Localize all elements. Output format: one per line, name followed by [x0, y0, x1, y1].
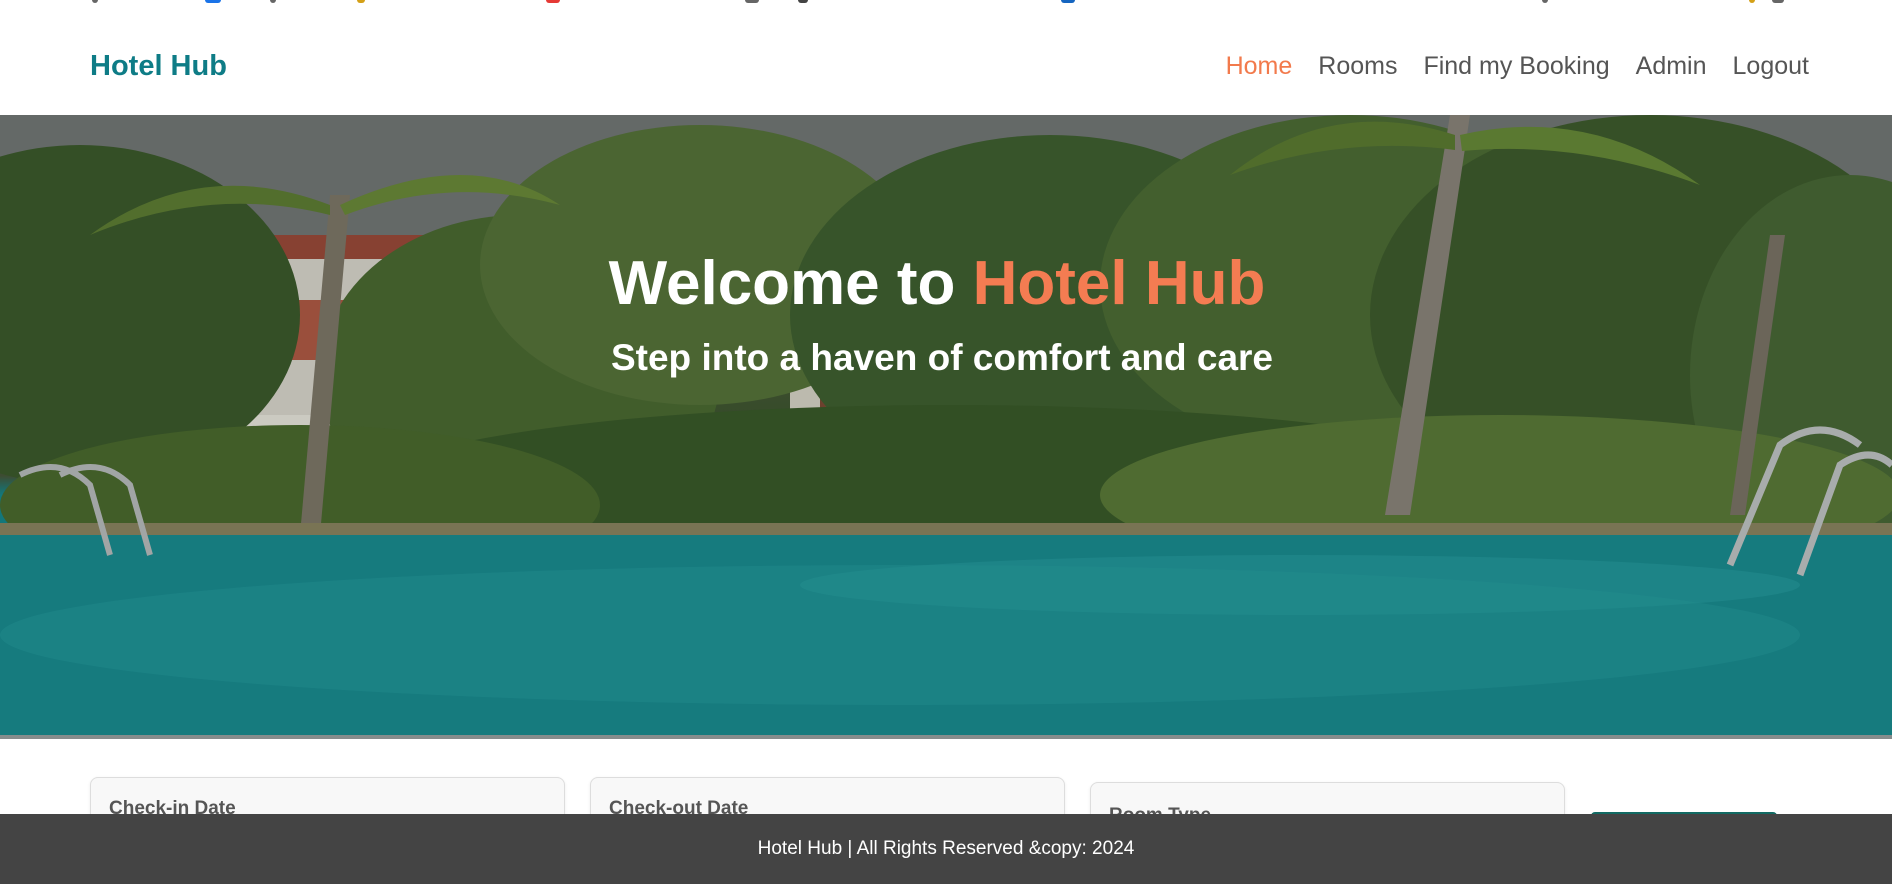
- brand-logo[interactable]: Hotel Hub: [90, 50, 227, 83]
- footer-text: Hotel Hub | All Rights Reserved &copy: 2…: [757, 838, 1135, 859]
- hero-title: Welcome to Hotel Hub: [0, 248, 1892, 319]
- hero-divider: [0, 735, 1892, 739]
- hero-title-accent: Hotel Hub: [972, 249, 1266, 318]
- main-nav: Home Rooms Find my Booking Admin Logout: [1226, 52, 1809, 81]
- hero-subtitle: Step into a haven of comfort and care: [610, 337, 1273, 378]
- hero-title-lead: Welcome to: [608, 249, 973, 318]
- nav-find-booking[interactable]: Find my Booking: [1423, 52, 1609, 81]
- nav-home[interactable]: Home: [1226, 52, 1293, 81]
- hero-overlay: [0, 115, 1892, 737]
- nav-rooms[interactable]: Rooms: [1318, 52, 1397, 81]
- nav-logout[interactable]: Logout: [1733, 52, 1809, 81]
- footer: Hotel Hub | All Rights Reserved &copy: 2…: [0, 814, 1892, 884]
- navbar: Hotel Hub Home Rooms Find my Booking Adm…: [0, 6, 1892, 115]
- nav-admin[interactable]: Admin: [1636, 52, 1707, 81]
- hero-banner: [0, 115, 1892, 737]
